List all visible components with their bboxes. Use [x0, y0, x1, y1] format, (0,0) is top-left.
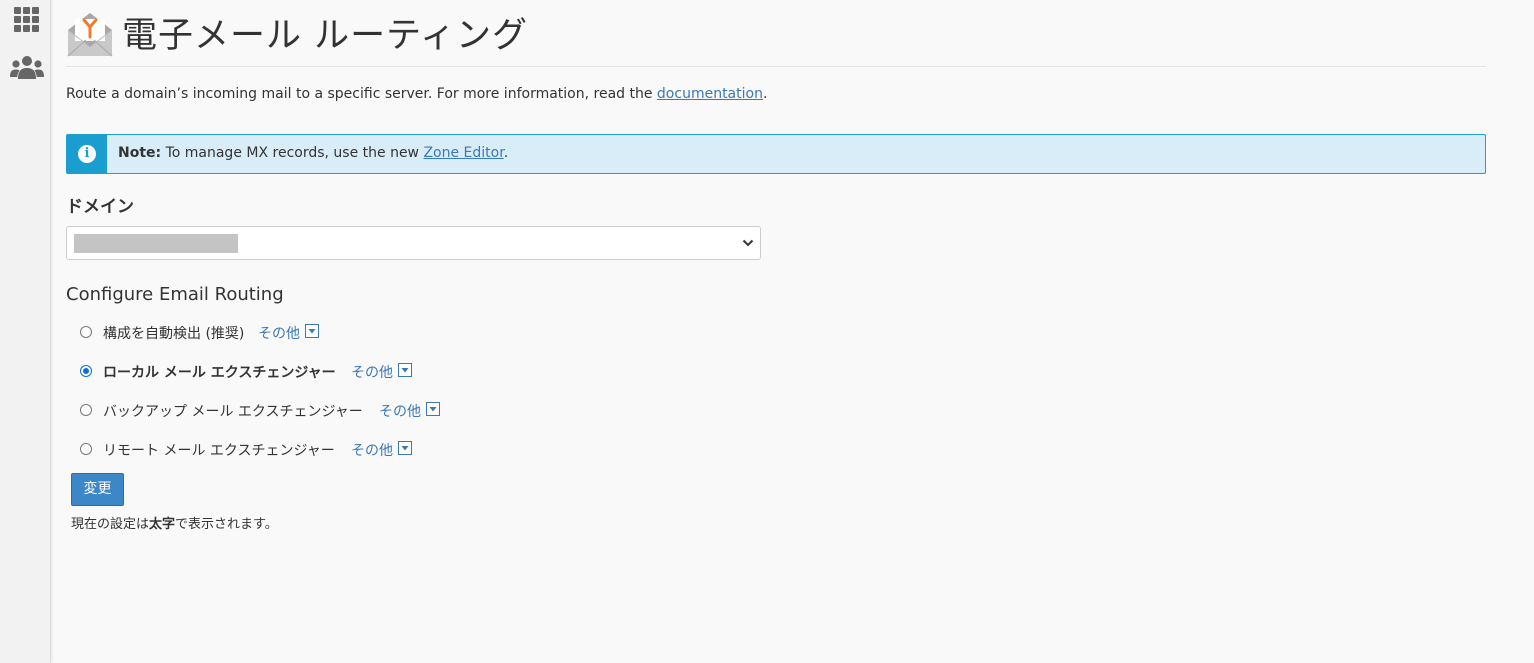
more-link[interactable]: その他 [351, 440, 393, 460]
change-button[interactable]: 変更 [71, 473, 124, 506]
users-icon[interactable] [9, 52, 45, 84]
radio-backup-exchanger[interactable] [80, 404, 92, 416]
domain-label: ドメイン [66, 197, 134, 217]
radio-remote-exchanger[interactable] [80, 443, 92, 455]
info-note: i Note: To manage MX records, use the ne… [66, 134, 1486, 174]
page-title: 電子メール ルーティング [122, 16, 529, 56]
description-suffix: . [762, 86, 768, 102]
more-link[interactable]: その他 [351, 362, 393, 382]
domain-select-value [74, 234, 238, 253]
description-text: Route a domain’s incoming mail to a spec… [66, 86, 657, 102]
zone-editor-link[interactable]: Zone Editor [423, 145, 503, 161]
footnote-prefix: 現在の設定は [71, 517, 150, 532]
footnote-bold: 太字 [149, 517, 176, 532]
footnote: 現在の設定は太字で表示されます。 [71, 513, 278, 532]
option-label: リモート メール エクスチェンジャー [103, 443, 335, 459]
note-icon-bar: i [67, 135, 107, 173]
footnote-suffix: で表示されます。 [175, 517, 278, 532]
more-link[interactable]: その他 [258, 323, 300, 343]
documentation-link[interactable]: documentation [657, 86, 763, 102]
radio-local-exchanger[interactable] [80, 365, 92, 377]
radio-auto-detect[interactable] [80, 326, 92, 338]
note-suffix: . [503, 145, 509, 161]
caret-down-icon[interactable] [398, 441, 412, 455]
note-text: Note: To manage MX records, use the new … [118, 145, 508, 161]
page-header: 電子メール ルーティング [66, 8, 1486, 67]
sidebar [0, 0, 51, 663]
more-link[interactable]: その他 [379, 401, 421, 421]
option-label: ローカル メール エクスチェンジャー [103, 365, 336, 381]
caret-down-icon[interactable] [426, 402, 440, 416]
page-description: Route a domain’s incoming mail to a spec… [66, 86, 767, 102]
option-label: 構成を自動検出 (推奨) [103, 326, 245, 342]
domain-select[interactable] [66, 226, 761, 260]
chevron-down-icon [742, 235, 754, 249]
option-label: バックアップ メール エクスチェンジャー [103, 404, 363, 420]
info-icon: i [78, 145, 96, 163]
note-body: To manage MX records, use the new [161, 145, 424, 161]
note-label: Note: [118, 145, 162, 161]
caret-down-icon[interactable] [398, 363, 412, 377]
routing-section-title: Configure Email Routing [66, 284, 284, 305]
grid-icon[interactable] [10, 3, 42, 35]
email-routing-icon [66, 10, 114, 58]
caret-down-icon[interactable] [305, 324, 319, 338]
